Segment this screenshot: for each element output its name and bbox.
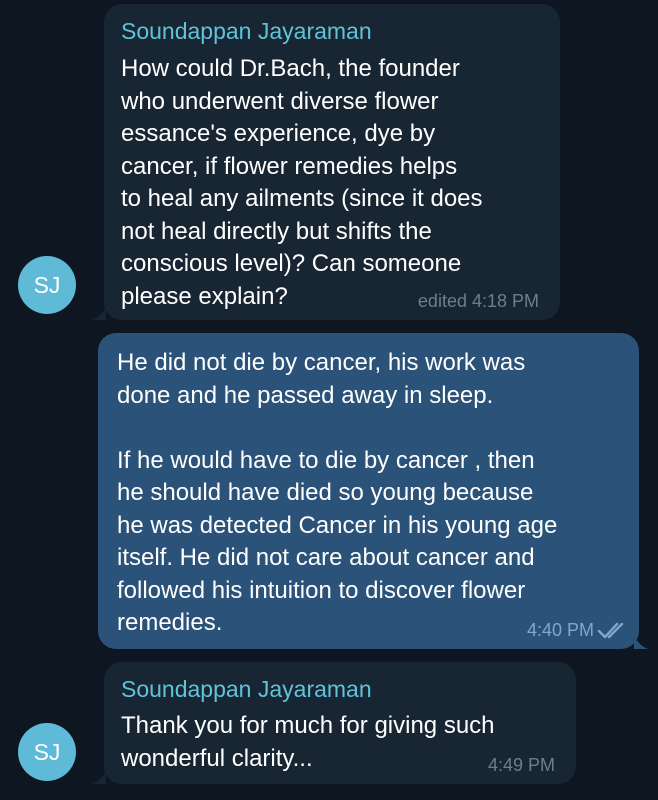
- outgoing-message-bubble[interactable]: He did not die by cancer, his work was d…: [98, 333, 639, 649]
- avatar[interactable]: SJ: [18, 256, 76, 314]
- chat-history[interactable]: Soundappan Jayaraman How could Dr.Bach, …: [0, 0, 658, 800]
- incoming-message-bubble[interactable]: Soundappan Jayaraman Thank you for much …: [104, 662, 576, 784]
- sender-name[interactable]: Soundappan Jayaraman: [121, 17, 372, 45]
- message-time: 4:40 PM: [526, 620, 594, 640]
- message-text: How could Dr.Bach, the founder who under…: [121, 55, 483, 310]
- bubble-tail: [92, 306, 106, 320]
- incoming-message-bubble[interactable]: Soundappan Jayaraman How could Dr.Bach, …: [104, 4, 560, 320]
- avatar[interactable]: SJ: [18, 723, 76, 781]
- message-time: 4:49 PM: [487, 755, 555, 775]
- sender-name[interactable]: Soundappan Jayaraman: [121, 675, 372, 703]
- message-text: He did not die by cancer, his work was d…: [117, 349, 558, 636]
- bubble-tail: [634, 635, 648, 649]
- message-edited-time: edited 4:18 PM: [417, 291, 539, 311]
- double-check-icon: [597, 622, 624, 639]
- bubble-tail: [92, 770, 106, 784]
- message-text: Thank you for much for giving such wonde…: [121, 712, 495, 772]
